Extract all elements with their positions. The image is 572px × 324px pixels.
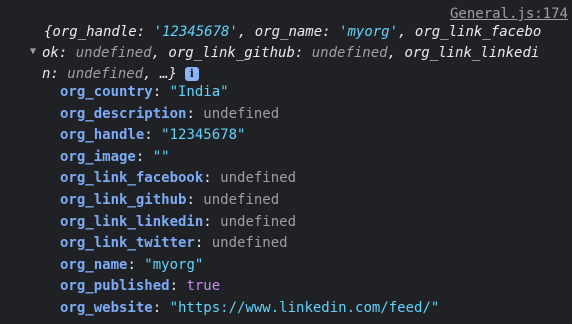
summary-undefined: undefined <box>311 45 388 61</box>
summary-string: '12345678' <box>153 24 238 40</box>
property-value: undefined <box>203 105 280 122</box>
property-colon: : <box>152 84 170 100</box>
property-row[interactable]: org_link_linkedin: undefined <box>60 212 439 234</box>
property-list: org_country: "India" org_description: und… <box>60 82 439 320</box>
property-key: org_published <box>60 278 170 295</box>
property-key: org_link_facebook <box>60 170 204 187</box>
property-value: undefined <box>211 235 288 252</box>
property-colon: : <box>203 170 221 187</box>
property-key: org_handle <box>60 127 145 144</box>
property-colon: : <box>135 148 153 165</box>
property-colon: : <box>127 256 145 273</box>
summary-text: , org_name: <box>237 24 340 40</box>
property-row[interactable]: org_name: "myorg" <box>60 255 439 277</box>
source-link[interactable]: General.js:174 <box>450 5 568 23</box>
summary-text: ok: <box>42 45 76 61</box>
property-value: "" <box>152 148 170 165</box>
summary-text: , org_link_facebo <box>398 24 542 40</box>
property-row[interactable]: org_link_twitter: undefined <box>60 233 439 255</box>
object-summary[interactable]: {org_handle: '12345678', org_name: 'myor… <box>42 22 572 85</box>
property-value: "India" <box>169 84 229 100</box>
property-key: org_link_github <box>60 191 187 208</box>
summary-line-2: ok: undefined, org_link_github: undefine… <box>42 43 572 64</box>
property-key: org_name <box>60 256 128 273</box>
property-row[interactable]: org_link_facebook: undefined <box>60 168 439 190</box>
clipped-next-row <box>60 314 260 324</box>
expand-triangle-icon[interactable]: ▼ <box>30 46 36 57</box>
summary-text: , org_link_linkedi <box>387 45 540 61</box>
summary-text: {org_handle: <box>44 24 154 40</box>
property-colon: : <box>186 191 204 208</box>
clipped-text <box>60 318 260 324</box>
summary-undefined: undefined <box>75 45 152 61</box>
property-value: undefined <box>203 191 280 208</box>
property-key: org_description <box>60 105 187 122</box>
summary-line-1: {org_handle: '12345678', org_name: 'myor… <box>44 22 572 43</box>
property-row[interactable]: org_description: undefined <box>60 104 439 126</box>
property-colon: : <box>194 235 212 252</box>
property-row[interactable]: org_published: true <box>60 276 439 298</box>
property-row[interactable]: org_image: "" <box>60 147 439 169</box>
summary-undefined: undefined <box>67 66 144 82</box>
summary-text: , …} <box>143 66 177 82</box>
property-colon: : <box>186 105 204 122</box>
property-value: "12345678" <box>161 127 246 144</box>
property-colon: : <box>203 213 221 230</box>
property-row[interactable]: org_link_github: undefined <box>60 190 439 212</box>
property-value: undefined <box>220 213 297 230</box>
summary-string: 'myorg' <box>339 24 399 40</box>
property-value: true <box>186 278 221 295</box>
property-key: org_country <box>60 84 153 100</box>
property-row[interactable]: org_handle: "12345678" <box>60 125 439 147</box>
info-icon[interactable]: i <box>184 67 199 81</box>
summary-text: , org_link_github: <box>151 45 312 61</box>
property-colon: : <box>144 127 162 144</box>
property-colon: : <box>169 278 187 295</box>
property-key: org_image <box>60 148 136 165</box>
property-key: org_link_linkedin <box>60 213 204 230</box>
property-row[interactable]: org_country: "India" <box>60 82 439 104</box>
property-value: undefined <box>220 170 297 187</box>
devtools-console: General.js:174 ▼ {org_handle: '12345678'… <box>0 0 572 324</box>
summary-text: n: <box>42 66 68 82</box>
property-value: "myorg" <box>144 256 204 273</box>
property-key: org_link_twitter <box>60 235 195 252</box>
